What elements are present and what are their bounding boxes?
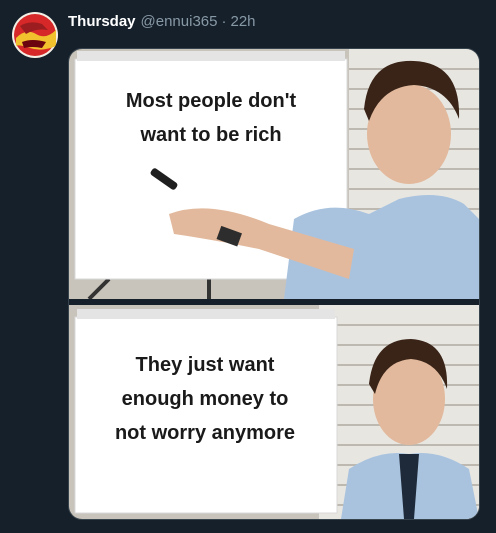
separator-dot: · bbox=[221, 13, 227, 30]
meme-bottom-line-3: not worry anymore bbox=[115, 422, 295, 444]
avatar[interactable] bbox=[12, 12, 58, 58]
meme-panel-bottom: They just want enough money to not worry… bbox=[69, 305, 479, 519]
meme-bottom-line-1: They just want bbox=[136, 354, 275, 376]
meme-top-line-1: Most people don't bbox=[126, 90, 297, 112]
display-name[interactable]: Thursday bbox=[68, 10, 136, 34]
meme-image[interactable]: Most people don't want to be rich They j… bbox=[68, 48, 480, 520]
meme-panel-top: Most people don't want to be rich bbox=[69, 49, 479, 301]
tweet-header: Thursday @ennui365 · 22h bbox=[68, 10, 256, 34]
meme-bottom-line-2: enough money to bbox=[122, 388, 289, 410]
meme-top-line-2: want to be rich bbox=[139, 124, 281, 146]
user-handle[interactable]: @ennui365 bbox=[141, 10, 218, 34]
tweet-card[interactable]: Thursday @ennui365 · 22h Most people don… bbox=[0, 0, 496, 533]
timestamp[interactable]: 22h bbox=[230, 10, 255, 34]
